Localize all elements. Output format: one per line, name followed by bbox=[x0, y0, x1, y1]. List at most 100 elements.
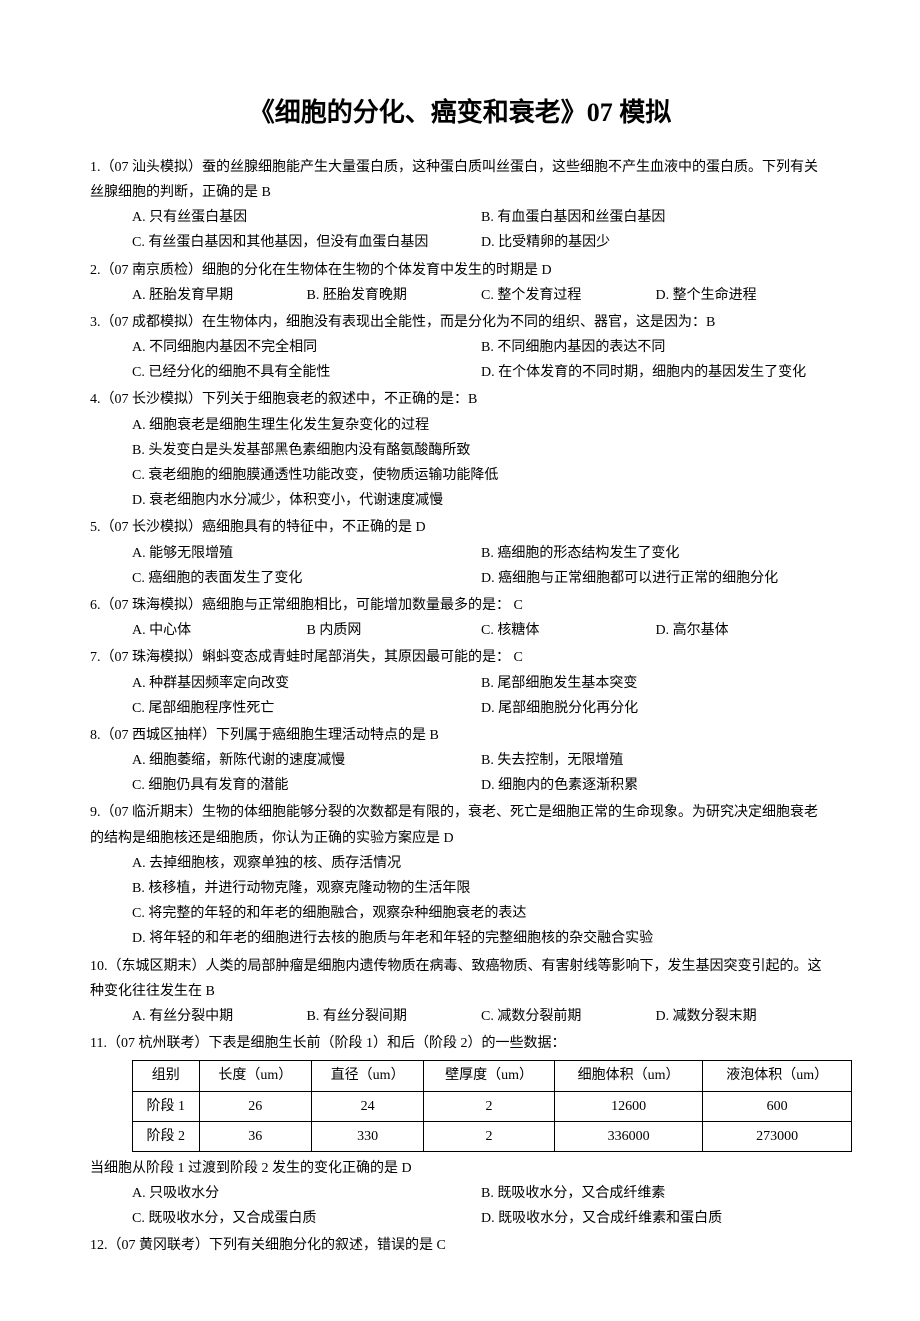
table-cell: 600 bbox=[703, 1091, 852, 1121]
option: B. 头发变白是头发基部黑色素细胞内没有酪氨酸酶所致 bbox=[132, 438, 830, 463]
option-row: A. 细胞萎缩，新陈代谢的速度减慢B. 失去控制，无限增殖 bbox=[90, 748, 830, 773]
option: A. 有丝分裂中期 bbox=[132, 1004, 307, 1029]
option-row: A. 中心体B 内质网C. 核糖体D. 高尔基体 bbox=[90, 618, 830, 643]
option-row: A. 不同细胞内基因不完全相同B. 不同细胞内基因的表达不同 bbox=[90, 335, 830, 360]
option: D. 将年轻的和年老的细胞进行去核的胞质与年老和年轻的完整细胞核的杂交融合实验 bbox=[132, 926, 830, 951]
question-stem: 6.（07 珠海模拟）癌细胞与正常细胞相比，可能增加数量最多的是： C bbox=[90, 593, 830, 618]
option: B. 不同细胞内基因的表达不同 bbox=[481, 335, 830, 360]
option: C. 减数分裂前期 bbox=[481, 1004, 656, 1029]
option: B. 既吸收水分，又合成纤维素 bbox=[481, 1181, 830, 1206]
table-row: 阶段 12624212600600 bbox=[133, 1091, 852, 1121]
option: C. 核糖体 bbox=[481, 618, 656, 643]
option: A. 细胞衰老是细胞生理生化发生复杂变化的过程 bbox=[132, 413, 830, 438]
question-11: 11.（07 杭州联考）下表是细胞生长前（阶段 1）和后（阶段 2）的一些数据：… bbox=[90, 1031, 830, 1231]
option-row: A. 种群基因频率定向改变B. 尾部细胞发生基本突变 bbox=[90, 671, 830, 696]
option: C. 细胞仍具有发育的潜能 bbox=[132, 773, 481, 798]
option: B. 癌细胞的形态结构发生了变化 bbox=[481, 541, 830, 566]
question-stem: 10.（东城区期末）人类的局部肿瘤是细胞内遗传物质在病毒、致癌物质、有害射线等影… bbox=[90, 954, 830, 1004]
option: A. 细胞萎缩，新陈代谢的速度减慢 bbox=[132, 748, 481, 773]
option: D. 衰老细胞内水分减少，体积变小，代谢速度减慢 bbox=[132, 488, 830, 513]
option-row: A. 能够无限增殖B. 癌细胞的形态结构发生了变化 bbox=[90, 541, 830, 566]
option-row: D. 衰老细胞内水分减少，体积变小，代谢速度减慢 bbox=[90, 488, 830, 513]
option: C. 尾部细胞程序性死亡 bbox=[132, 696, 481, 721]
questions-container: 1.（07 汕头模拟）蚕的丝腺细胞能产生大量蛋白质，这种蛋白质叫丝蛋白，这些细胞… bbox=[90, 155, 830, 1029]
option-row: C. 衰老细胞的细胞膜通透性功能改变，使物质运输功能降低 bbox=[90, 463, 830, 488]
option: B. 胚胎发育晚期 bbox=[307, 283, 482, 308]
option-row: C. 癌细胞的表面发生了变化D. 癌细胞与正常细胞都可以进行正常的细胞分化 bbox=[90, 566, 830, 591]
question-stem: 3.（07 成都模拟）在生物体内，细胞没有表现出全能性，而是分化为不同的组织、器… bbox=[90, 310, 830, 335]
exam-page: 《细胞的分化、癌变和衰老》07 模拟 1.（07 汕头模拟）蚕的丝腺细胞能产生大… bbox=[0, 0, 920, 1321]
table-cell: 阶段 2 bbox=[133, 1121, 200, 1151]
table-cell: 12600 bbox=[554, 1091, 703, 1121]
table-cell: 24 bbox=[311, 1091, 423, 1121]
option: B. 有血蛋白基因和丝蛋白基因 bbox=[481, 205, 830, 230]
option: A. 只吸收水分 bbox=[132, 1181, 481, 1206]
table-header-cell: 组别 bbox=[133, 1061, 200, 1091]
option: C. 衰老细胞的细胞膜通透性功能改变，使物质运输功能降低 bbox=[132, 463, 830, 488]
option-row: C. 将完整的年轻的和年老的细胞融合，观察杂种细胞衰老的表达 bbox=[90, 901, 830, 926]
option: A. 只有丝蛋白基因 bbox=[132, 205, 481, 230]
question-stem: 8.（07 西城区抽样）下列属于癌细胞生理活动特点的是 B bbox=[90, 723, 830, 748]
table-cell: 2 bbox=[424, 1121, 554, 1151]
option: B. 核移植，并进行动物克隆，观察克隆动物的生活年限 bbox=[132, 876, 830, 901]
option: D. 高尔基体 bbox=[656, 618, 831, 643]
option: B 内质网 bbox=[307, 618, 482, 643]
option-row: B. 核移植，并进行动物克隆，观察克隆动物的生活年限 bbox=[90, 876, 830, 901]
option-row: A. 细胞衰老是细胞生理生化发生复杂变化的过程 bbox=[90, 413, 830, 438]
question-block: 4.（07 长沙模拟）下列关于细胞衰老的叙述中，不正确的是：BA. 细胞衰老是细… bbox=[90, 387, 830, 513]
option: D. 比受精卵的基因少 bbox=[481, 230, 830, 255]
option: C. 将完整的年轻的和年老的细胞融合，观察杂种细胞衰老的表达 bbox=[132, 901, 830, 926]
option-row: D. 将年轻的和年老的细胞进行去核的胞质与年老和年轻的完整细胞核的杂交融合实验 bbox=[90, 926, 830, 951]
option: D. 在个体发育的不同时期，细胞内的基因发生了变化 bbox=[481, 360, 830, 385]
question-block: 8.（07 西城区抽样）下列属于癌细胞生理活动特点的是 BA. 细胞萎缩，新陈代… bbox=[90, 723, 830, 799]
option: C. 整个发育过程 bbox=[481, 283, 656, 308]
question-block: 3.（07 成都模拟）在生物体内，细胞没有表现出全能性，而是分化为不同的组织、器… bbox=[90, 310, 830, 386]
option: B. 有丝分裂间期 bbox=[307, 1004, 482, 1029]
table-header-cell: 直径（um） bbox=[311, 1061, 423, 1091]
table-header-cell: 壁厚度（um） bbox=[424, 1061, 554, 1091]
table-cell: 36 bbox=[199, 1121, 311, 1151]
option: B. 尾部细胞发生基本突变 bbox=[481, 671, 830, 696]
option: D. 细胞内的色素逐渐积累 bbox=[481, 773, 830, 798]
table-cell: 2 bbox=[424, 1091, 554, 1121]
option: C. 有丝蛋白基因和其他基因，但没有血蛋白基因 bbox=[132, 230, 481, 255]
page-title: 《细胞的分化、癌变和衰老》07 模拟 bbox=[90, 90, 830, 137]
option: D. 减数分裂末期 bbox=[656, 1004, 831, 1029]
option-row: A. 胚胎发育早期B. 胚胎发育晚期C. 整个发育过程D. 整个生命进程 bbox=[90, 283, 830, 308]
question-block: 6.（07 珠海模拟）癌细胞与正常细胞相比，可能增加数量最多的是： CA. 中心… bbox=[90, 593, 830, 643]
question-block: 2.（07 南京质检）细胞的分化在生物体在生物的个体发育中发生的时期是 DA. … bbox=[90, 258, 830, 308]
question-followup: 当细胞从阶段 1 过渡到阶段 2 发生的变化正确的是 D bbox=[90, 1156, 830, 1181]
option: D. 整个生命进程 bbox=[656, 283, 831, 308]
table-header-cell: 细胞体积（um） bbox=[554, 1061, 703, 1091]
table-row: 阶段 2363302336000273000 bbox=[133, 1121, 852, 1151]
question-block: 5.（07 长沙模拟）癌细胞具有的特征中，不正确的是 DA. 能够无限增殖B. … bbox=[90, 515, 830, 591]
table-cell: 阶段 1 bbox=[133, 1091, 200, 1121]
option-row: C. 有丝蛋白基因和其他基因，但没有血蛋白基因D. 比受精卵的基因少 bbox=[90, 230, 830, 255]
question-block: 7.（07 珠海模拟）蝌蚪变态成青蛙时尾部消失，其原因最可能的是： CA. 种群… bbox=[90, 645, 830, 721]
question-12: 12.（07 黄冈联考）下列有关细胞分化的叙述，错误的是 C bbox=[90, 1233, 830, 1258]
table-header-cell: 液泡体积（um） bbox=[703, 1061, 852, 1091]
question-stem: 5.（07 长沙模拟）癌细胞具有的特征中，不正确的是 D bbox=[90, 515, 830, 540]
option-row: A. 只有丝蛋白基因B. 有血蛋白基因和丝蛋白基因 bbox=[90, 205, 830, 230]
question-block: 9.（07 临沂期末）生物的体细胞能够分裂的次数都是有限的，衰老、死亡是细胞正常… bbox=[90, 800, 830, 951]
option: A. 胚胎发育早期 bbox=[132, 283, 307, 308]
option: C. 已经分化的细胞不具有全能性 bbox=[132, 360, 481, 385]
q11-table: 组别长度（um）直径（um）壁厚度（um）细胞体积（um）液泡体积（um） 阶段… bbox=[132, 1060, 852, 1152]
option: A. 不同细胞内基因不完全相同 bbox=[132, 335, 481, 360]
question-stem: 9.（07 临沂期末）生物的体细胞能够分裂的次数都是有限的，衰老、死亡是细胞正常… bbox=[90, 800, 830, 850]
table-cell: 26 bbox=[199, 1091, 311, 1121]
question-block: 10.（东城区期末）人类的局部肿瘤是细胞内遗传物质在病毒、致癌物质、有害射线等影… bbox=[90, 954, 830, 1030]
option: A. 能够无限增殖 bbox=[132, 541, 481, 566]
option-row: B. 头发变白是头发基部黑色素细胞内没有酪氨酸酶所致 bbox=[90, 438, 830, 463]
option: D. 既吸收水分，又合成纤维素和蛋白质 bbox=[481, 1206, 830, 1231]
option-row: C. 细胞仍具有发育的潜能D. 细胞内的色素逐渐积累 bbox=[90, 773, 830, 798]
question-stem: 1.（07 汕头模拟）蚕的丝腺细胞能产生大量蛋白质，这种蛋白质叫丝蛋白，这些细胞… bbox=[90, 155, 830, 205]
question-block: 1.（07 汕头模拟）蚕的丝腺细胞能产生大量蛋白质，这种蛋白质叫丝蛋白，这些细胞… bbox=[90, 155, 830, 256]
table-cell: 330 bbox=[311, 1121, 423, 1151]
option: B. 失去控制，无限增殖 bbox=[481, 748, 830, 773]
question-stem: 4.（07 长沙模拟）下列关于细胞衰老的叙述中，不正确的是：B bbox=[90, 387, 830, 412]
option: D. 尾部细胞脱分化再分化 bbox=[481, 696, 830, 721]
option-row: A. 只吸收水分B. 既吸收水分，又合成纤维素 bbox=[90, 1181, 830, 1206]
option: A. 中心体 bbox=[132, 618, 307, 643]
option-row: A. 去掉细胞核，观察单独的核、质存活情况 bbox=[90, 851, 830, 876]
